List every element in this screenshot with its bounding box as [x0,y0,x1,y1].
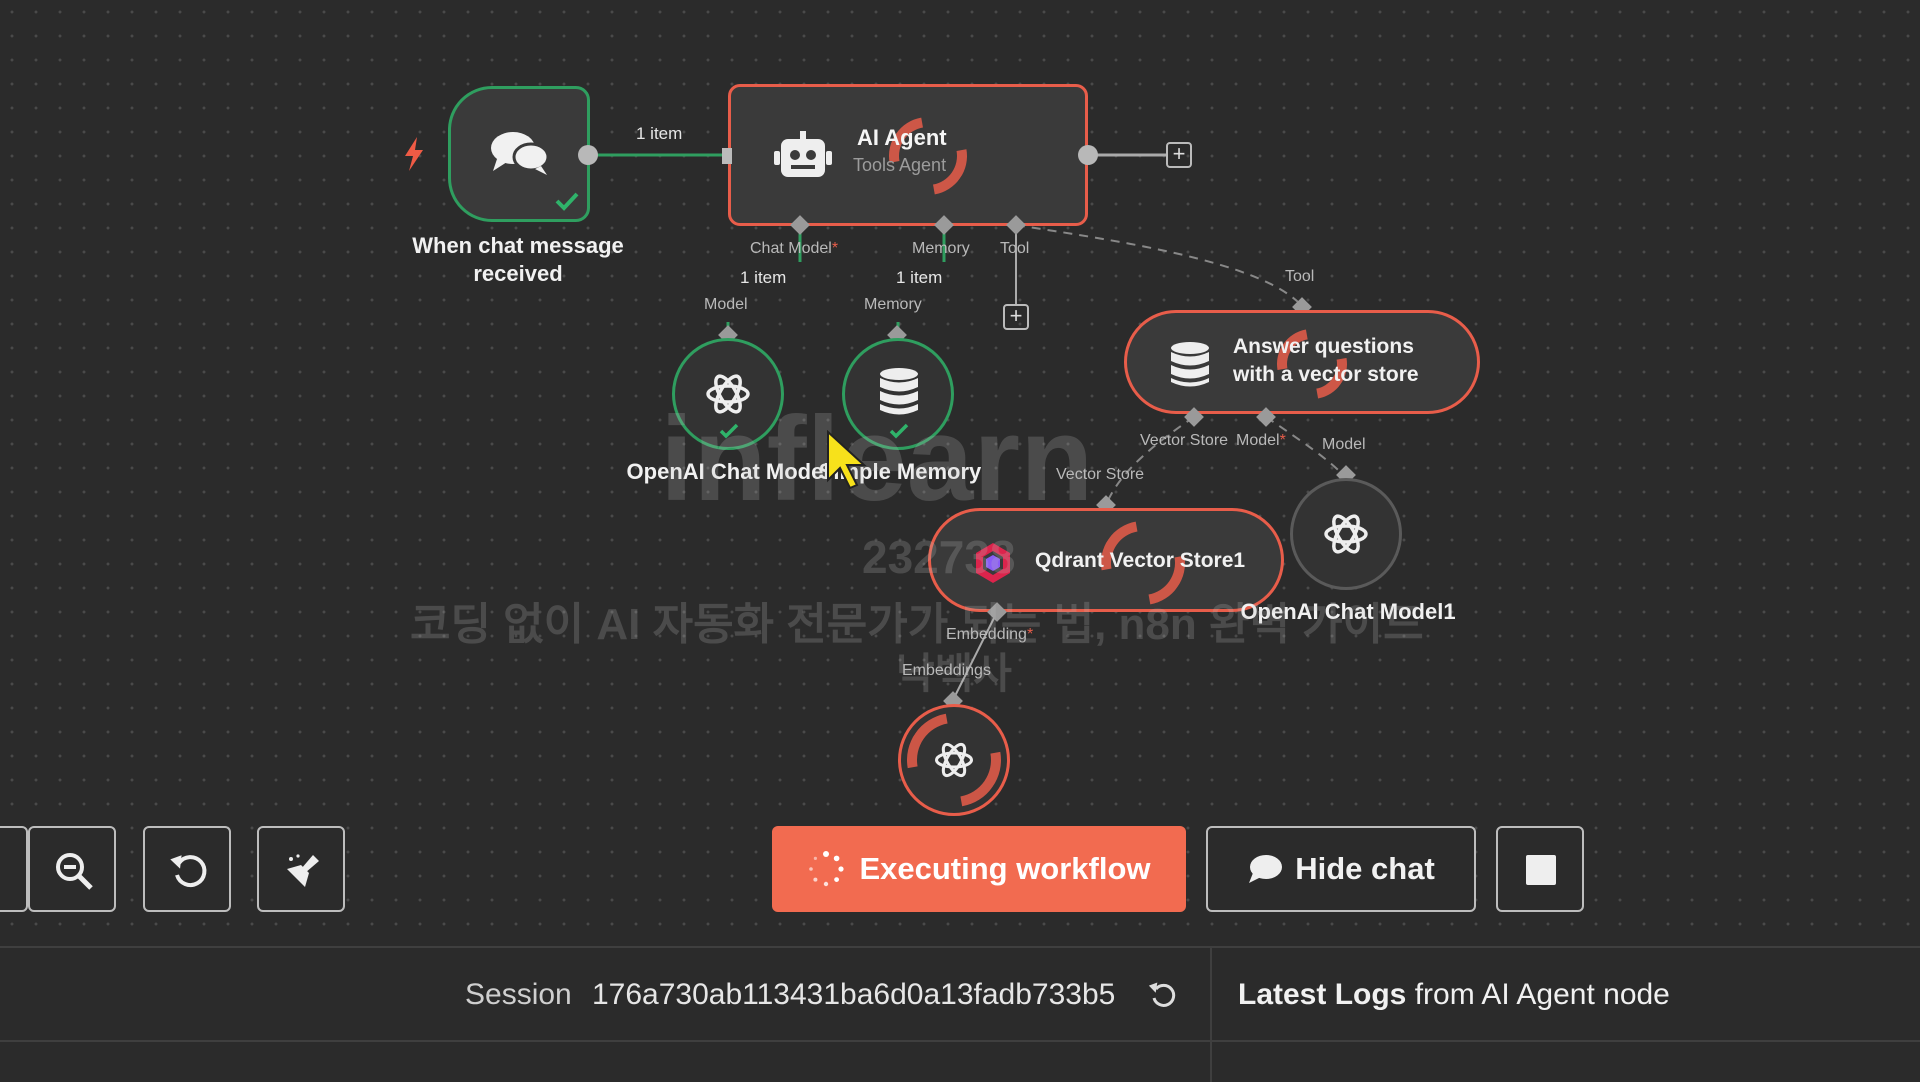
executing-workflow-label: Executing workflow [859,851,1151,886]
edge-count-memory: 1 item [896,268,943,287]
qdrant-label: Qdrant Vector Store1 [1035,549,1246,572]
success-check-icon [555,191,579,216]
ai-agent-title: AI Agent [857,125,947,150]
openai-chat-model1-node[interactable] [1290,478,1402,590]
mouse-cursor-icon [826,429,868,497]
watermark-number: 232738 [862,531,1016,583]
session-id: 176a730ab113431ba6d0a13fadb733b5 [592,978,1116,1011]
tool-input-label: Tool [1285,268,1315,285]
vector-tool-label-line1: Answer questions [1233,335,1414,358]
stop-execution-button[interactable] [1496,826,1584,912]
latest-logs-title: Latest Logs from AI Agent node [1238,978,1670,1011]
broom-icon [287,854,319,887]
add-tool-button[interactable]: + [1003,304,1029,330]
memory-input-label: Memory [864,296,922,313]
executing-workflow-button[interactable]: Executing workflow [772,826,1186,912]
agent-output-port[interactable] [1078,145,1098,165]
chat-logs-panel: Session 176a730ab113431ba6d0a13fadb733b5… [0,946,1920,1082]
connection-vector-store [1105,416,1195,506]
tool-port-label: Tool [1000,240,1030,257]
vector-store-tool-node[interactable]: Answer questions with a vector store [1124,310,1480,414]
edge-count-trigger-agent: 1 item [636,124,683,143]
robot-icon [773,131,833,186]
watermark-author: 낙백사 [896,650,1012,697]
loading-spinner-icon [809,851,845,887]
hide-chat-label: Hide chat [1295,851,1435,886]
refresh-session-icon[interactable] [1148,980,1178,1015]
openai-logo-icon [933,739,975,786]
agent-input-port[interactable] [722,148,732,164]
zoom-out-icon [56,853,93,890]
ai-agent-node[interactable]: AI Agent Tools Agent [728,84,1088,226]
tidy-up-button[interactable] [257,826,345,912]
embeddings-openai-node[interactable] [888,694,1020,826]
edge-count-chat-model: 1 item [740,268,787,287]
trigger-bolt-icon [402,136,426,177]
trigger-node-label: When chat message received [412,233,624,286]
model-input-label: Model [704,296,748,313]
chat-model-port-label: Chat Model* [750,240,839,257]
database-icon [1169,341,1211,394]
session-label: Session [465,978,572,1011]
trigger-output-port[interactable] [578,145,598,165]
model-in-label: Model [1322,436,1366,453]
reset-zoom-button[interactable] [143,826,231,912]
panel-divider [1210,948,1212,1082]
hide-chat-button[interactable]: Hide chat [1206,826,1476,912]
undo-icon [170,855,207,888]
watermark-brand: inflearn [660,392,1094,526]
add-output-node-button[interactable]: + [1166,142,1192,168]
ai-agent-subtitle: Tools Agent [853,155,947,175]
panel-divider [0,1040,1920,1042]
trigger-node[interactable] [448,86,590,222]
model-out-label: Model* [1236,432,1286,449]
memory-port-label: Memory [912,240,970,257]
zoom-out-button[interactable] [28,826,116,912]
vector-store-out-label: Vector Store [1140,432,1229,449]
vector-tool-label-line2: with a vector store [1233,363,1419,386]
workflow-canvas[interactable]: When chat message received 1 item AI Age… [0,0,1920,945]
chat-bubbles-icon [489,129,551,182]
stop-icon [1526,855,1556,885]
openai-logo-icon [1322,510,1370,563]
chat-bubble-icon [1249,855,1283,883]
zoom-out-button[interactable] [0,826,28,912]
connection-tool-vector [1015,224,1303,307]
